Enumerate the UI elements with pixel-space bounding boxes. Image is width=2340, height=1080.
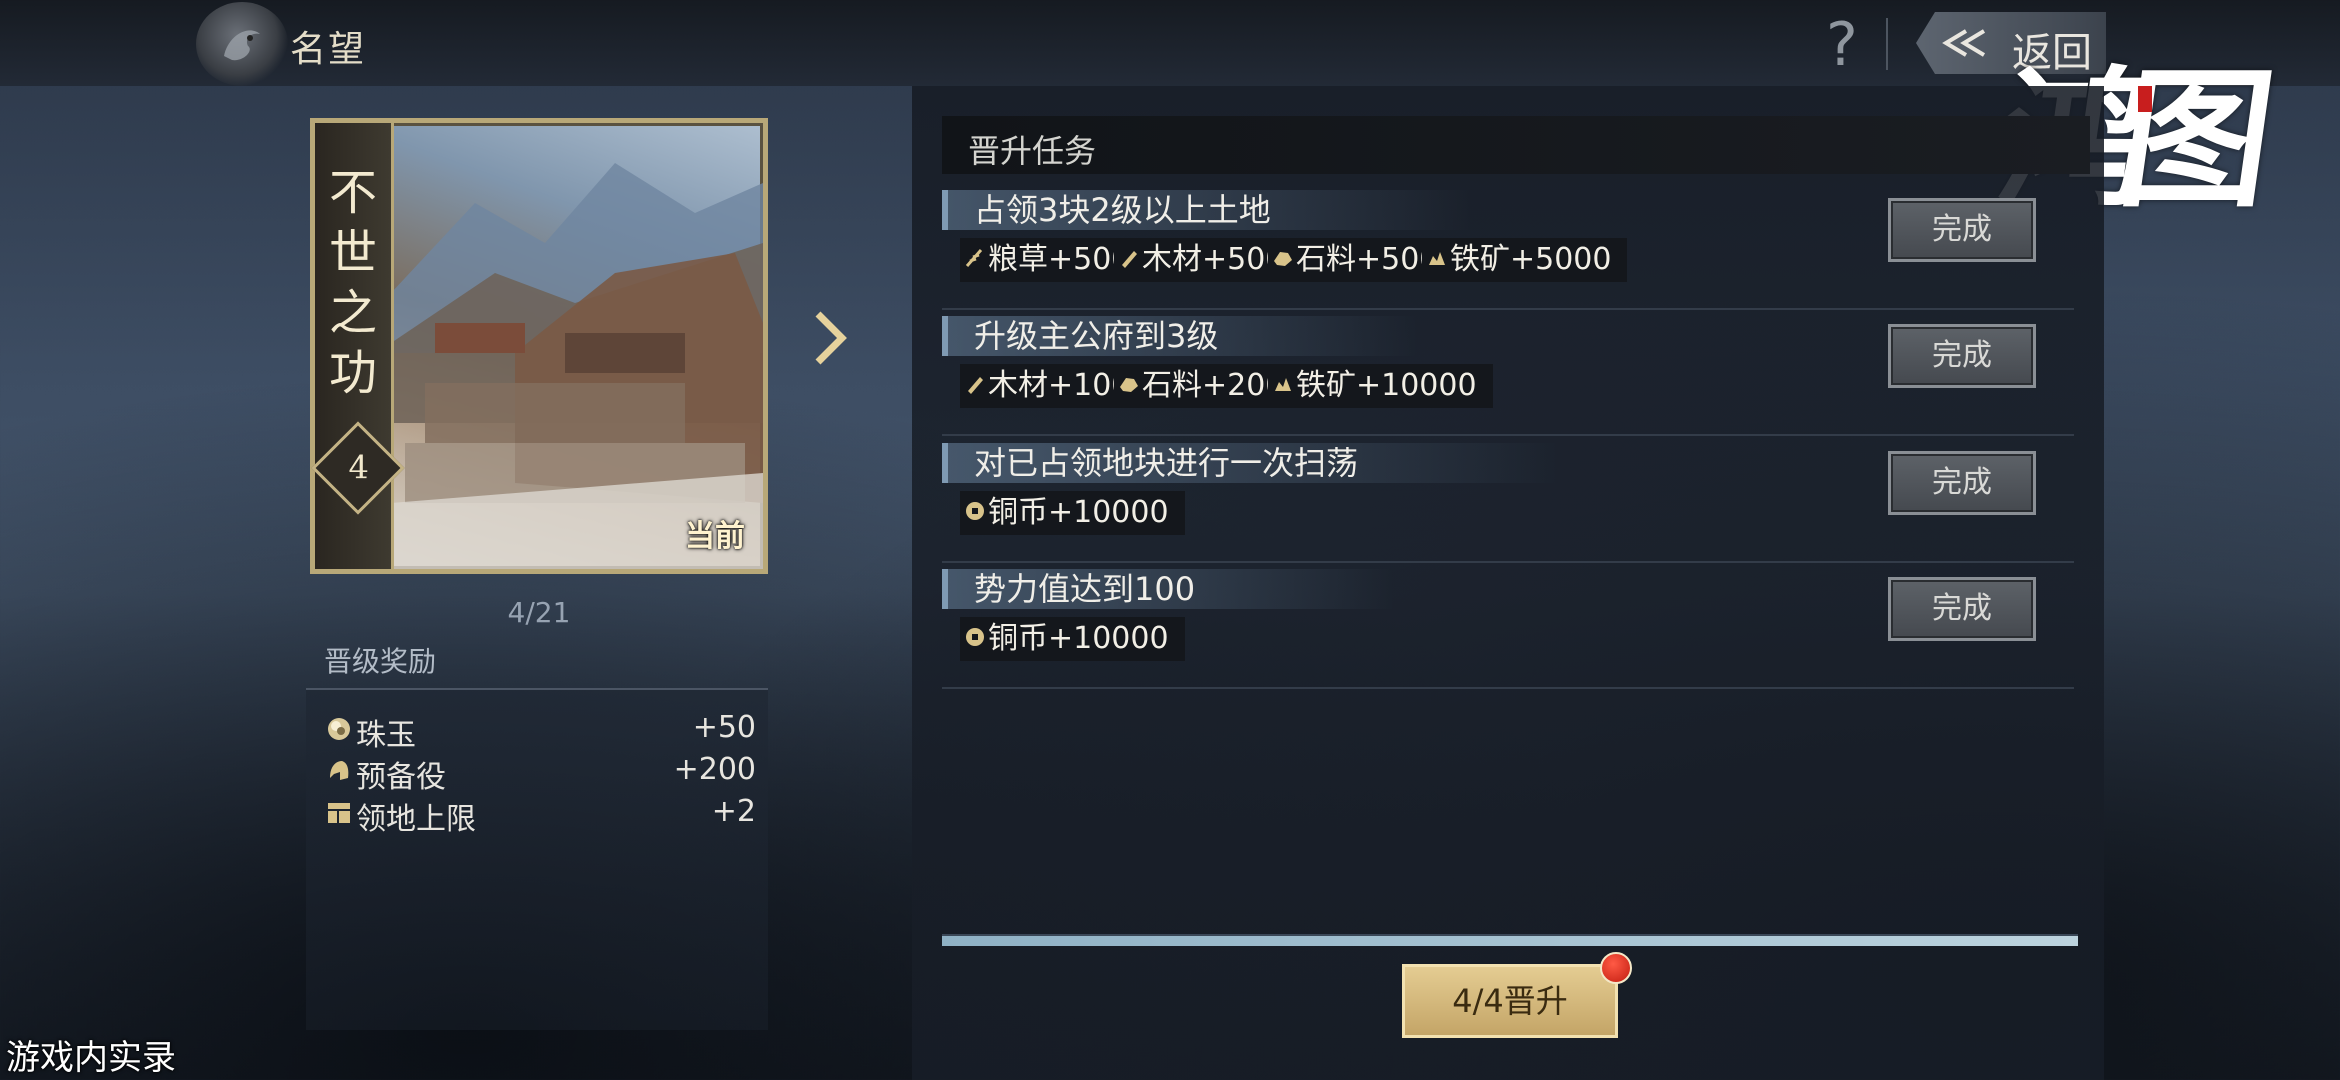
coin-icon xyxy=(966,501,984,520)
dragon-emblem-icon xyxy=(196,2,288,86)
rank-level: 4 xyxy=(348,448,369,487)
task-panel: 晋升任务 占领3块2级以上土地 粮草+5000 木材+5000 石料+5000 … xyxy=(912,86,2104,1080)
reward-name: 领地上限 xyxy=(356,802,476,837)
page-title: 名望 xyxy=(290,29,367,70)
stone-icon xyxy=(1274,251,1292,266)
iron-icon xyxy=(1275,377,1291,391)
rank-card[interactable]: 不 世 之 功 4 当前 xyxy=(310,118,768,574)
task-title: 升级主公府到3级 xyxy=(942,316,1419,356)
reward-row: 领地上限 +2 xyxy=(326,794,756,837)
task-row: 势力值达到100 铜币+10000 完成 xyxy=(942,561,2074,689)
rank-title-char: 不 xyxy=(328,165,377,221)
reward-chip-label: 铁矿+10000 xyxy=(1296,368,1477,403)
recording-caption: 游戏内实录 xyxy=(6,1038,176,1078)
task-row: 对已占领地块进行一次扫荡 铜币+10000 完成 xyxy=(942,435,2074,563)
territory-icon xyxy=(328,803,350,823)
reward-chip: 铁矿+10000 xyxy=(1268,364,1493,408)
reward-value: +50 xyxy=(692,710,756,745)
task-title: 占领3块2级以上土地 xyxy=(942,190,1471,230)
task-row: 占领3块2级以上土地 粮草+5000 木材+5000 石料+5000 铁矿+50… xyxy=(942,182,2074,310)
reward-chip: 铜币+10000 xyxy=(960,491,1185,535)
rank-title-char: 世 xyxy=(328,225,377,281)
rank-title-char: 之 xyxy=(328,285,377,341)
rank-panel: 不 世 之 功 4 当前 4/21 晋级奖励 珠玉 +50 预备役 +200 领… xyxy=(0,86,912,1080)
reward-row: 珠玉 +50 xyxy=(326,710,756,753)
task-panel-title: 晋升任务 xyxy=(968,132,1097,170)
reward-chip: 铁矿+5000 xyxy=(1422,238,1628,282)
wood-icon xyxy=(1122,250,1137,268)
top-bar: 名望 ? 返回 xyxy=(0,0,2340,86)
complete-button[interactable]: 完成 xyxy=(1888,198,2036,262)
task-progress-bar xyxy=(942,934,2078,946)
next-rank-arrow-icon[interactable] xyxy=(810,308,850,368)
current-badge: 当前 xyxy=(685,519,745,554)
help-button[interactable]: ? xyxy=(1826,10,1858,80)
grain-icon xyxy=(965,248,983,267)
reward-value: +200 xyxy=(673,752,756,787)
reward-chip-label: 铜币+10000 xyxy=(988,495,1169,530)
task-panel-header: 晋升任务 xyxy=(942,116,2090,174)
rewards-label: 晋级奖励 xyxy=(324,645,437,678)
complete-button[interactable]: 完成 xyxy=(1888,577,2036,641)
reward-value: +2 xyxy=(711,794,756,829)
reward-chip: 铜币+10000 xyxy=(960,617,1185,661)
task-title: 势力值达到100 xyxy=(942,569,1396,609)
helmet-icon xyxy=(330,761,349,780)
task-row: 升级主公府到3级 木材+10000 石料+20000 铁矿+10000 完成 xyxy=(942,308,2074,436)
reward-name: 珠玉 xyxy=(356,718,416,753)
coin-icon xyxy=(966,627,984,646)
logo-seal-icon xyxy=(2138,86,2152,112)
notification-dot-icon xyxy=(1600,952,1632,984)
reward-row: 预备役 +200 xyxy=(326,752,756,795)
reward-name: 预备役 xyxy=(356,760,446,795)
reward-chip-label: 铁矿+5000 xyxy=(1450,242,1612,277)
iron-icon xyxy=(1429,251,1445,265)
back-arrow-icon xyxy=(1942,29,1986,57)
complete-button[interactable]: 完成 xyxy=(1888,324,2036,388)
wood-icon xyxy=(968,376,983,394)
task-title: 对已占领地块进行一次扫荡 xyxy=(942,443,1559,483)
rank-title: 不 世 之 功 xyxy=(323,163,383,403)
pearl-icon xyxy=(328,718,350,740)
complete-button[interactable]: 完成 xyxy=(1888,451,2036,515)
reward-chip-label: 铜币+10000 xyxy=(988,621,1169,656)
stone-icon xyxy=(1120,377,1138,392)
rewards-list: 珠玉 +50 预备役 +200 领地上限 +2 xyxy=(306,688,768,1030)
rank-title-char: 功 xyxy=(328,345,377,401)
divider xyxy=(1886,18,1888,70)
promote-button[interactable]: 4/4晋升 xyxy=(1402,964,1618,1038)
